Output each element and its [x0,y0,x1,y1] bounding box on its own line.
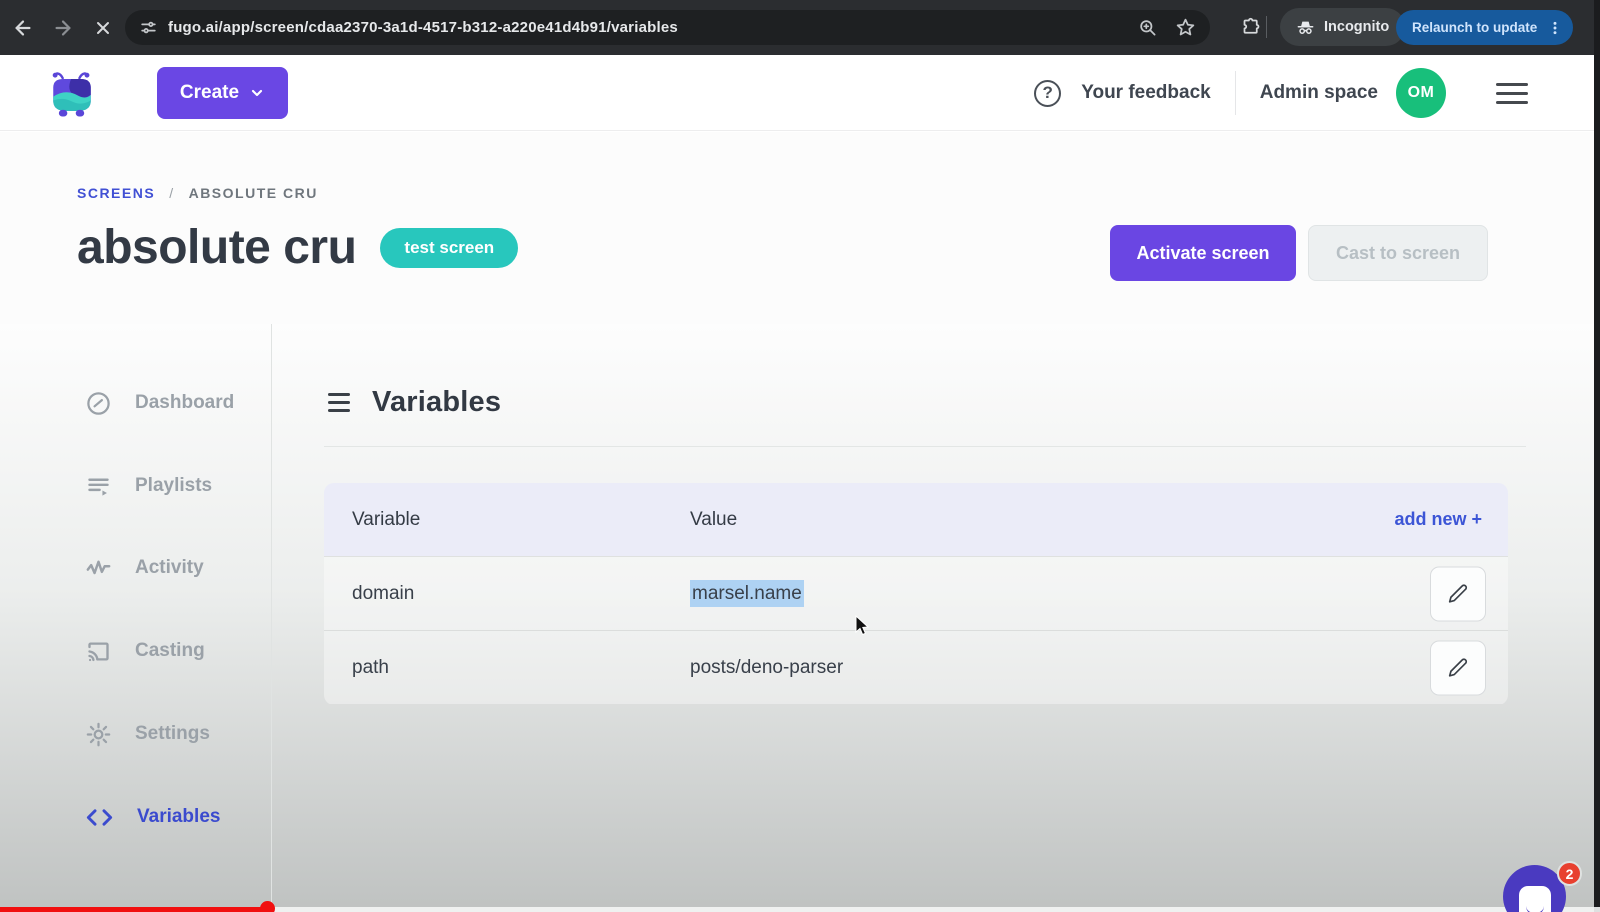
breadcrumb: SCREENS / ABSOLUTE CRU [77,185,318,201]
chat-face-icon [1519,886,1551,912]
table-row: path posts/deno-parser [324,630,1508,704]
help-icon: ? [1043,83,1053,103]
main-menu-button[interactable] [1496,83,1528,104]
sidebar: Dashboard Playlists Activity Casting Set… [0,324,272,912]
edit-icon [1448,584,1468,604]
casting-icon [85,638,112,665]
column-header-value: Value [690,509,1394,531]
sidebar-item-casting[interactable]: Casting [85,631,205,671]
variables-table: Variable Value add new + domain marsel.n… [324,483,1508,705]
window-edge [1594,0,1600,912]
drag-handle-icon[interactable] [328,393,350,412]
site-info-icon [139,18,158,37]
breadcrumb-screens-link[interactable]: SCREENS [77,185,155,201]
section-heading: Variables [372,386,501,419]
toolbar-divider [1266,16,1267,38]
table-row: domain marsel.name [324,556,1508,630]
create-label: Create [180,82,239,104]
edit-variable-button[interactable] [1430,640,1486,695]
chat-notification-badge: 2 [1557,861,1582,886]
forward-icon [52,17,74,39]
variable-name: domain [324,583,690,605]
forward-button[interactable] [46,11,80,45]
sidebar-item-dashboard[interactable]: Dashboard [85,383,234,423]
feedback-link[interactable]: Your feedback [1081,82,1211,104]
variable-name: path [324,657,690,679]
browser-toolbar: fugo.ai/app/screen/cdaa2370-3a1d-4517-b3… [0,0,1600,55]
sidebar-item-playlists[interactable]: Playlists [85,466,212,506]
back-icon [12,17,34,39]
incognito-icon [1296,18,1315,37]
url-text: fugo.ai/app/screen/cdaa2370-3a1d-4517-b3… [168,19,678,36]
playlists-icon [85,473,112,500]
incognito-indicator[interactable]: Incognito [1280,8,1405,46]
settings-icon [85,721,112,748]
column-header-variable: Variable [324,509,690,531]
variable-value: posts/deno-parser [690,657,1508,679]
page-body: Dashboard Playlists Activity Casting Set… [0,324,1594,912]
address-bar[interactable]: fugo.ai/app/screen/cdaa2370-3a1d-4517-b3… [125,10,1210,45]
stop-icon [93,18,113,38]
back-button[interactable] [6,11,40,45]
browser-menu-icon[interactable] [1547,20,1563,36]
sidebar-item-variables[interactable]: Variables [85,797,220,837]
activate-screen-button[interactable]: Activate screen [1110,225,1296,281]
sidebar-item-settings[interactable]: Settings [85,714,210,754]
chevron-down-icon [249,85,265,101]
stop-button[interactable] [86,11,120,45]
activity-icon [85,555,112,582]
zoom-icon[interactable] [1138,18,1157,37]
screen-hero: SCREENS / ABSOLUTE CRU absolute cru test… [0,132,1594,324]
dashboard-icon [85,390,112,417]
status-badge: test screen [380,228,518,268]
sidebar-item-activity[interactable]: Activity [85,548,204,588]
create-button[interactable]: Create [157,67,288,119]
add-new-link[interactable]: add new + [1394,509,1508,530]
incognito-label: Incognito [1324,19,1389,35]
edit-icon [1448,658,1468,678]
edit-variable-button[interactable] [1430,566,1486,621]
extensions-icon [1241,17,1262,38]
variables-icon [85,804,114,831]
fugo-logo[interactable] [42,63,102,123]
relaunch-update-button[interactable]: Relaunch to update [1396,10,1573,45]
page-title: absolute cru [77,220,356,275]
avatar[interactable]: OM [1396,68,1446,118]
screenshot-stage: fugo.ai/app/screen/cdaa2370-3a1d-4517-b3… [0,0,1600,912]
section-divider [324,446,1526,447]
extensions-button[interactable] [1234,11,1268,45]
cast-to-screen-button[interactable]: Cast to screen [1308,225,1488,281]
table-header-row: Variable Value add new + [324,483,1508,556]
relaunch-label: Relaunch to update [1412,20,1537,35]
workspace-name[interactable]: Admin space [1260,82,1378,104]
help-button[interactable]: ? [1034,80,1061,107]
app-header: Create ? Your feedback Admin space OM [0,55,1594,131]
cursor-arrow [852,615,872,637]
video-progress-handle[interactable] [260,901,275,912]
variable-value: marsel.name [690,583,1508,605]
breadcrumb-current: ABSOLUTE CRU [189,185,318,201]
breadcrumb-separator: / [169,185,174,201]
selected-text[interactable]: marsel.name [690,580,804,607]
bookmark-star-icon[interactable] [1175,17,1196,38]
header-divider [1235,71,1236,115]
video-progress-bar [0,907,268,912]
